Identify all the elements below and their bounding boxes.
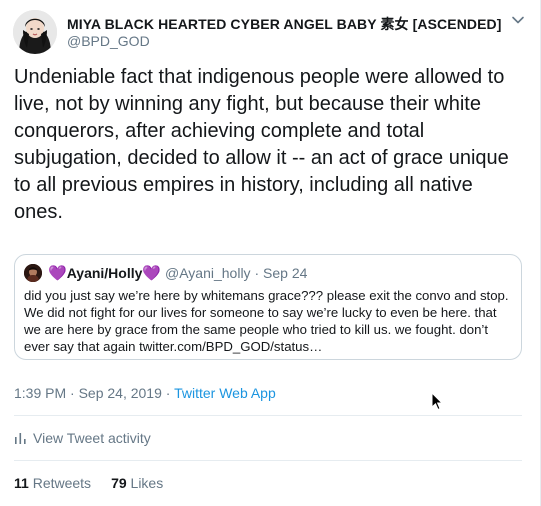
bar-chart-icon bbox=[15, 433, 26, 444]
author-handle[interactable]: @BPD_GOD bbox=[67, 33, 150, 49]
view-tweet-activity-label: View Tweet activity bbox=[33, 430, 151, 446]
mouse-cursor-icon bbox=[431, 392, 443, 411]
likes-count: 79 bbox=[111, 475, 127, 491]
tweet-text: Undeniable fact that indigenous people w… bbox=[14, 66, 509, 223]
quoted-header: 💜Ayani/Holly💜 @Ayani_holly · Sep 24 bbox=[48, 264, 307, 283]
purple-heart-icon: 💜 bbox=[142, 265, 162, 282]
quoted-dot-separator: · bbox=[254, 265, 264, 281]
retweets-count: 11 bbox=[14, 475, 29, 491]
quoted-tweet[interactable]: 💜Ayani/Holly💜 @Ayani_holly · Sep 24 did … bbox=[14, 254, 522, 360]
view-tweet-activity-button[interactable]: View Tweet activity bbox=[14, 430, 151, 446]
author-display-name[interactable]: MIYA BLACK HEARTED CYBER ANGEL BABY 素女 [… bbox=[67, 16, 502, 32]
quoted-date[interactable]: Sep 24 bbox=[263, 265, 307, 281]
meta-separator: · bbox=[161, 385, 175, 401]
quoted-text: did you just say we’re here by whitemans… bbox=[24, 288, 509, 354]
quoted-handle[interactable]: @Ayani_holly bbox=[165, 265, 251, 281]
likes-label: Likes bbox=[130, 475, 164, 491]
purple-heart-icon: 💜 bbox=[48, 265, 67, 282]
author-avatar[interactable] bbox=[13, 10, 57, 54]
tweet-meta: 1:39 PM · Sep 24, 2019 · Twitter Web App bbox=[14, 385, 276, 401]
chevron-down-icon[interactable] bbox=[509, 11, 527, 29]
retweets-stat[interactable]: 11 Retweets bbox=[14, 475, 91, 491]
tweet-timestamp[interactable]: 1:39 PM · Sep 24, 2019 bbox=[14, 385, 162, 401]
divider bbox=[14, 460, 522, 461]
quoted-avatar[interactable] bbox=[24, 264, 42, 282]
quoted-display-name[interactable]: Ayani/Holly bbox=[67, 265, 143, 281]
author-name-row[interactable]: MIYA BLACK HEARTED CYBER ANGEL BABY 素女 [… bbox=[67, 14, 502, 34]
retweets-label: Retweets bbox=[32, 475, 92, 491]
divider bbox=[14, 415, 522, 416]
tweet-card: MIYA BLACK HEARTED CYBER ANGEL BABY 素女 [… bbox=[0, 0, 541, 506]
tweet-stats: 11 Retweets 79 Likes bbox=[14, 475, 163, 491]
likes-stat[interactable]: 79 Likes bbox=[111, 475, 163, 491]
tweet-source-link[interactable]: Twitter Web App bbox=[174, 385, 276, 401]
